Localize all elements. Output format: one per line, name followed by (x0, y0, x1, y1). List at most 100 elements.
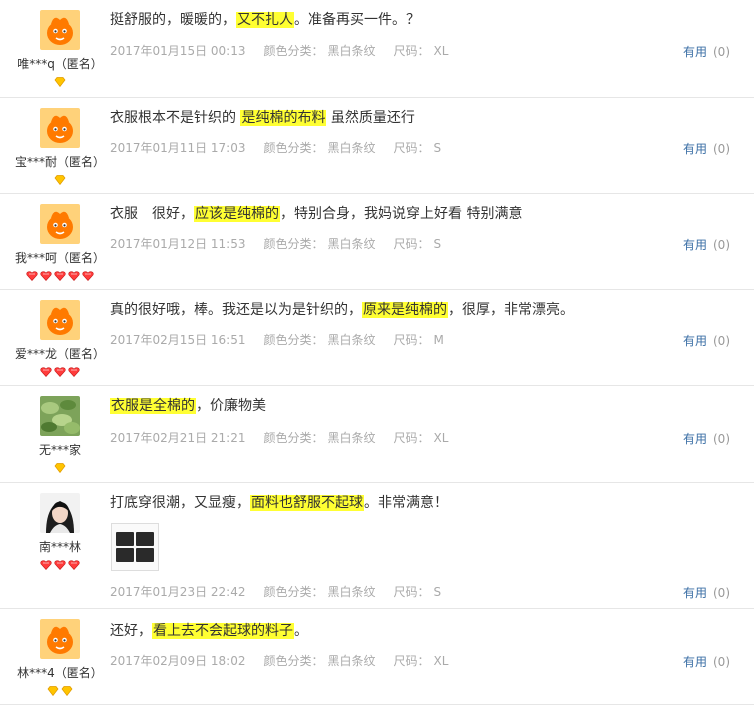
reviewer-level-badges (8, 463, 112, 475)
useful-button[interactable]: 有用 (683, 142, 707, 156)
avatar[interactable] (40, 396, 80, 436)
useful-count: (0) (713, 334, 730, 348)
review-text: 打底穿很潮，又显瘦，面料也舒服不起球。非常满意！ (110, 493, 734, 513)
useful-button[interactable]: 有用 (683, 432, 707, 446)
avatar[interactable] (40, 619, 80, 659)
review-text-segment: ，很厚，非常漂亮。 (448, 302, 574, 318)
highlighted-keyword: 面料也舒服不起球 (250, 495, 364, 511)
diamond-icon (54, 175, 66, 186)
useful-count: (0) (713, 45, 730, 59)
useful-count: (0) (713, 238, 730, 252)
highlighted-keyword: 是纯棉的布料 (240, 110, 327, 126)
size-value: S (433, 585, 442, 599)
review-text: 挺舒服的，暖暖的，又不扎人。准备再买一件。？ (110, 10, 734, 30)
useful-count: (0) (713, 432, 730, 446)
reviewer: 无***家 (8, 396, 112, 475)
color-value: 黑白条纹 (327, 585, 376, 599)
reviewer-level-badges (8, 560, 112, 572)
review-date: 2017年02月15日 16:51 (110, 333, 246, 347)
review-content: 衣服是全棉的，价廉物美 (110, 396, 734, 416)
review-item: 我***呵（匿名） 衣服 很好，应该是纯棉的，特别合身，我妈说穿上好看 特别满意 2… (0, 194, 754, 290)
avatar[interactable] (40, 204, 80, 244)
review-text-segment: 虽然质量还行 (326, 110, 415, 126)
highlighted-keyword: 又不扎人 (236, 12, 294, 28)
review-item: 南***林 打底穿很潮，又显瘦，面料也舒服不起球。非常满意！ 2017年01月23日… (0, 483, 754, 609)
reviewer: 林***4（匿名） (8, 619, 112, 698)
size-value: M (433, 333, 444, 347)
review-text-segment: 挺舒服的，暖暖的， (110, 12, 236, 28)
heart-icon (68, 367, 80, 377)
review-text: 还好，看上去不会起球的料子。 (110, 621, 734, 641)
review-content: 真的很好哦，棒。我还是以为是针织的，原来是纯棉的，很厚，非常漂亮。 (110, 300, 734, 320)
review-item: 林***4（匿名） 还好，看上去不会起球的料子。 2017年02月09日 18:02… (0, 609, 754, 705)
avatar[interactable] (40, 108, 80, 148)
heart-icon (54, 367, 66, 377)
useful-button[interactable]: 有用 (683, 586, 707, 600)
size-label: 尺码： (393, 333, 430, 347)
review-text-segment: 。 (294, 623, 308, 639)
review-text-segment: ，特别合身，我妈说穿上好看 特别满意 (280, 206, 523, 222)
heart-icon (40, 271, 52, 281)
review-date: 2017年01月15日 00:13 (110, 44, 246, 58)
review-meta: 2017年01月15日 00:13 颜色分类： 黑白条纹 尺码： XL (110, 42, 466, 59)
size-value: XL (433, 654, 449, 668)
color-value: 黑白条纹 (327, 333, 376, 347)
useful-button[interactable]: 有用 (683, 655, 707, 669)
review-item: 宝***耐（匿名） 衣服根本不是针织的 是纯棉的布料 虽然质量还行 2017年01月… (0, 98, 754, 194)
review-item: 无***家 衣服是全棉的，价廉物美 2017年02月21日 21:21 颜色分类： 黑白… (0, 386, 754, 483)
useful-vote: 有用 (0) (683, 236, 730, 253)
reviewer-name: 爱***龙（匿名） (14, 347, 105, 361)
review-date: 2017年01月23日 22:42 (110, 585, 246, 599)
highlighted-keyword: 原来是纯棉的 (362, 302, 448, 318)
review-photo-thumbnail[interactable] (111, 523, 159, 571)
avatar[interactable] (40, 493, 80, 533)
review-text-segment: 打底穿很潮，又显瘦， (110, 495, 250, 511)
reviewer-name: 我***呵（匿名） (14, 251, 105, 265)
review-date: 2017年01月11日 17:03 (110, 141, 246, 155)
review-meta: 2017年01月12日 11:53 颜色分类： 黑白条纹 尺码： S (110, 235, 459, 252)
useful-count: (0) (713, 142, 730, 156)
reviewer-level-badges (8, 367, 112, 379)
color-label: 颜色分类： (263, 333, 324, 347)
review-text: 真的很好哦，棒。我还是以为是针织的，原来是纯棉的，很厚，非常漂亮。 (110, 300, 734, 320)
useful-button[interactable]: 有用 (683, 334, 707, 348)
useful-button[interactable]: 有用 (683, 238, 707, 252)
review-content: 衣服 很好，应该是纯棉的，特别合身，我妈说穿上好看 特别满意 (110, 204, 734, 224)
reviewer: 我***呵（匿名） (8, 204, 112, 283)
diamond-icon (54, 463, 66, 474)
size-value: XL (433, 44, 449, 58)
color-value: 黑白条纹 (327, 141, 376, 155)
color-value: 黑白条纹 (327, 654, 376, 668)
highlighted-keyword: 衣服是全棉的 (110, 398, 196, 414)
reviewer: 爱***龙（匿名） (8, 300, 112, 379)
diamond-icon (54, 77, 66, 88)
reviewer-name: 宝***耐（匿名） (14, 155, 105, 169)
useful-count: (0) (713, 655, 730, 669)
avatar[interactable] (40, 300, 80, 340)
review-text-segment: 还好， (110, 623, 152, 639)
color-label: 颜色分类： (263, 431, 324, 445)
heart-icon (40, 367, 52, 377)
useful-vote: 有用 (0) (683, 332, 730, 349)
size-value: XL (433, 431, 449, 445)
review-content: 衣服根本不是针织的 是纯棉的布料 虽然质量还行 (110, 108, 734, 128)
heart-icon (68, 560, 80, 570)
size-label: 尺码： (393, 44, 430, 58)
heart-icon (82, 271, 94, 281)
color-value: 黑白条纹 (327, 237, 376, 251)
heart-icon (54, 560, 66, 570)
avatar[interactable] (40, 10, 80, 50)
size-label: 尺码： (393, 585, 430, 599)
review-text-segment: 衣服 很好， (110, 206, 194, 222)
reviewer-name: 南***林 (38, 540, 81, 554)
diamond-icon (61, 686, 73, 697)
review-content: 还好，看上去不会起球的料子。 (110, 621, 734, 641)
size-label: 尺码： (393, 654, 430, 668)
useful-button[interactable]: 有用 (683, 45, 707, 59)
reviewer: 宝***耐（匿名） (8, 108, 112, 187)
size-label: 尺码： (393, 431, 430, 445)
useful-vote: 有用 (0) (683, 653, 730, 670)
useful-vote: 有用 (0) (683, 584, 730, 601)
color-label: 颜色分类： (263, 237, 324, 251)
color-label: 颜色分类： (263, 141, 324, 155)
